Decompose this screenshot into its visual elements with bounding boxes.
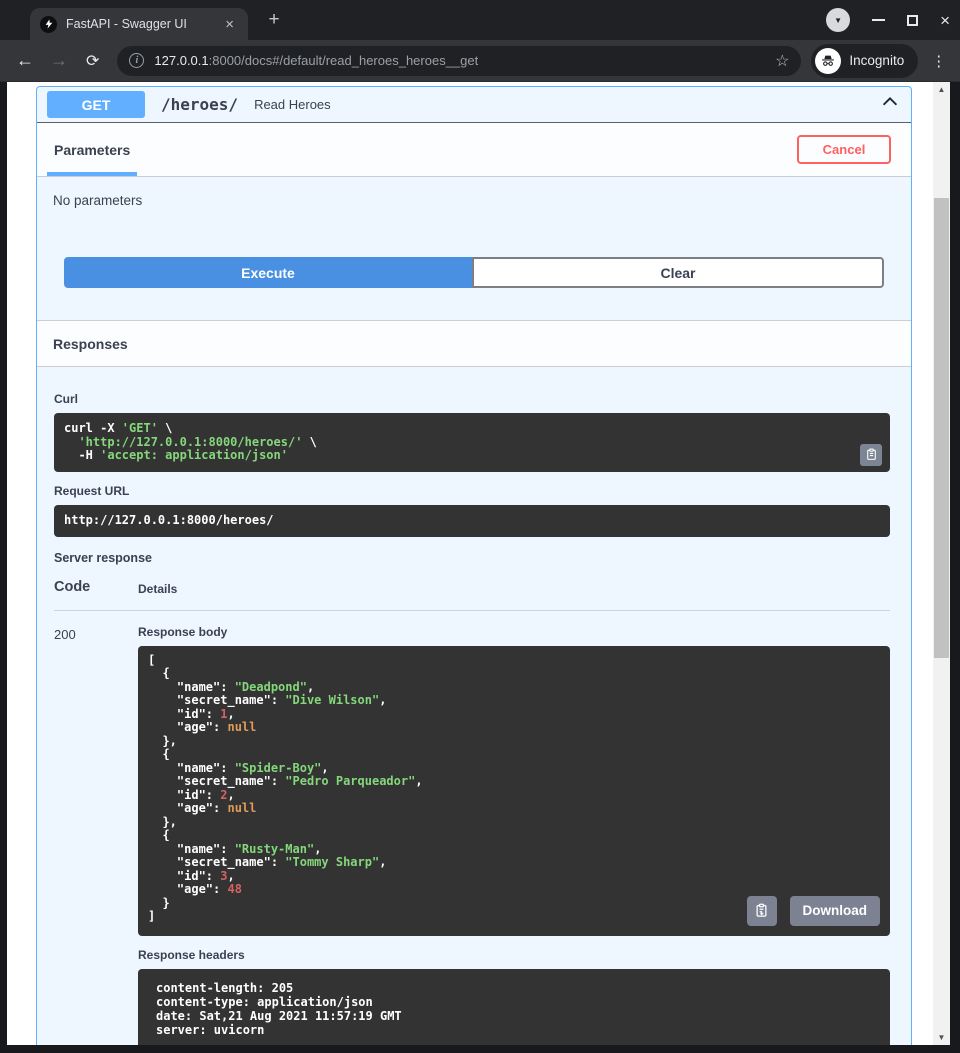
code-line: content-type: application/json xyxy=(156,995,880,1009)
response-body-json: [ { "name": "Deadpond", "secret_name": "… xyxy=(148,654,880,924)
browser-tab[interactable]: FastAPI - Swagger UI × xyxy=(30,8,248,40)
code-line: -H 'accept: application/json' xyxy=(64,449,880,463)
code-line: { xyxy=(148,748,880,762)
browser-window: FastAPI - Swagger UI × + ▼ × ← → ⟳ i 127… xyxy=(0,0,960,1053)
curl-command: curl -X 'GET' \ 'http://127.0.0.1:8000/h… xyxy=(64,422,880,463)
reload-icon[interactable]: ⟳ xyxy=(86,51,99,71)
scroll-up-icon[interactable]: ▲ xyxy=(933,85,950,94)
address-bar[interactable]: i 127.0.0.1:8000/docs#/default/read_hero… xyxy=(117,46,801,76)
response-table-header: Code Details xyxy=(54,575,890,610)
download-button[interactable]: Download xyxy=(790,896,881,926)
code-line: "id": 1, xyxy=(148,708,880,722)
response-body-actions: Download xyxy=(747,896,881,926)
incognito-badge: Incognito xyxy=(811,44,918,78)
execute-button[interactable]: Execute xyxy=(64,257,472,288)
code-line: "name": "Spider-Boy", xyxy=(148,762,880,776)
code-line: }, xyxy=(148,735,880,749)
curl-label: Curl xyxy=(54,392,890,406)
code-line: http://127.0.0.1:8000/heroes/ xyxy=(64,514,880,528)
url-text[interactable]: 127.0.0.1:8000/docs#/default/read_heroes… xyxy=(154,53,767,68)
tab-strip: FastAPI - Swagger UI × + ▼ × xyxy=(0,0,960,40)
url-host: 127.0.0.1 xyxy=(154,53,208,68)
endpoint-path: /heroes/ xyxy=(161,95,238,114)
collapse-chevron-icon[interactable] xyxy=(879,91,901,118)
url-path: :8000/docs#/default/read_heroes_heroes__… xyxy=(209,53,479,68)
forward-icon[interactable]: → xyxy=(50,50,68,71)
active-tab-underline xyxy=(47,172,137,176)
code-line: }, xyxy=(148,816,880,830)
code-column-header: Code xyxy=(54,579,138,596)
response-details: Response body [ { "name": "Deadpond", "s… xyxy=(138,625,890,1046)
minimize-button[interactable] xyxy=(872,19,885,21)
request-url-block: http://127.0.0.1:8000/heroes/ xyxy=(54,505,890,537)
code-line: "id": 2, xyxy=(148,789,880,803)
code-line: "name": "Deadpond", xyxy=(148,681,880,695)
response-headers: content-length: 205content-type: applica… xyxy=(156,981,880,1037)
code-line: 'http://127.0.0.1:8000/heroes/' \ xyxy=(64,436,880,450)
maximize-button[interactable] xyxy=(907,15,918,26)
code-line: curl -X 'GET' \ xyxy=(64,422,880,436)
method-badge: GET xyxy=(47,91,145,118)
response-row: 200 Response body [ { "name": "Deadpond"… xyxy=(54,611,890,1046)
operation-block: GET /heroes/ Read Heroes Parameters Canc… xyxy=(36,86,912,1045)
bookmark-star-icon[interactable]: ☆ xyxy=(775,51,789,71)
tab-close-icon[interactable]: × xyxy=(221,15,238,34)
responses-body: Curl curl -X 'GET' \ 'http://127.0.0.1:8… xyxy=(37,367,911,1045)
tab-title: FastAPI - Swagger UI xyxy=(66,17,221,31)
clear-button[interactable]: Clear xyxy=(472,257,884,288)
code-line: "id": 3, xyxy=(148,870,880,884)
page-info-icon[interactable]: i xyxy=(129,53,144,68)
response-body-label: Response body xyxy=(138,625,890,639)
code-line: "secret_name": "Dive Wilson", xyxy=(148,694,880,708)
window-close-button[interactable]: × xyxy=(940,12,950,29)
browser-toolbar: ← → ⟳ i 127.0.0.1:8000/docs#/default/rea… xyxy=(0,40,960,82)
responses-title: Responses xyxy=(53,336,128,352)
execute-row: Execute Clear xyxy=(64,257,884,288)
code-line: [ xyxy=(148,654,880,668)
tab-parameters[interactable]: Parameters xyxy=(47,123,137,176)
code-line: "age": null xyxy=(148,721,880,735)
scrollbar-thumb[interactable] xyxy=(934,198,949,658)
code-line: "age": null xyxy=(148,802,880,816)
code-line: "secret_name": "Pedro Parqueador", xyxy=(148,775,880,789)
curl-command-block: curl -X 'GET' \ 'http://127.0.0.1:8000/h… xyxy=(54,413,890,472)
cancel-button[interactable]: Cancel xyxy=(797,135,891,164)
code-line: server: uvicorn xyxy=(156,1023,880,1037)
request-url-label: Request URL xyxy=(54,484,890,498)
code-line: { xyxy=(148,667,880,681)
parameters-section-header: Parameters Cancel xyxy=(37,123,911,177)
parameters-tab-label: Parameters xyxy=(54,142,130,158)
parameters-body: No parameters Execute Clear xyxy=(37,177,911,288)
responses-section-header: Responses xyxy=(37,320,911,367)
incognito-icon xyxy=(815,48,841,74)
request-url: http://127.0.0.1:8000/heroes/ xyxy=(64,514,880,528)
operation-header[interactable]: GET /heroes/ Read Heroes xyxy=(37,87,911,123)
scroll-down-icon[interactable]: ▼ xyxy=(933,1033,950,1042)
copy-curl-button[interactable] xyxy=(860,444,882,466)
details-column-header: Details xyxy=(138,579,177,596)
response-body-block: [ { "name": "Deadpond", "secret_name": "… xyxy=(138,646,890,936)
page-scrollbar[interactable]: ▲ ▼ xyxy=(933,82,950,1045)
fastapi-favicon-icon xyxy=(40,16,57,33)
incognito-label: Incognito xyxy=(849,53,904,68)
no-parameters-text: No parameters xyxy=(53,193,895,208)
page-viewport: GET /heroes/ Read Heroes Parameters Canc… xyxy=(7,82,933,1045)
code-line: { xyxy=(148,829,880,843)
menu-icon[interactable]: ⋮ xyxy=(931,52,946,70)
code-line: "name": "Rusty-Man", xyxy=(148,843,880,857)
code-line: content-length: 205 xyxy=(156,981,880,995)
code-line: "age": 48 xyxy=(148,883,880,897)
endpoint-summary: Read Heroes xyxy=(254,97,879,112)
copy-response-button[interactable] xyxy=(747,896,777,926)
response-headers-block: content-length: 205content-type: applica… xyxy=(138,969,890,1046)
server-response-label: Server response xyxy=(54,551,890,565)
back-icon[interactable]: ← xyxy=(16,50,34,71)
new-tab-button[interactable]: + xyxy=(262,9,286,33)
code-line: "secret_name": "Tommy Sharp", xyxy=(148,856,880,870)
code-line: date: Sat,21 Aug 2021 11:57:19 GMT xyxy=(156,1009,880,1023)
status-code: 200 xyxy=(54,625,138,1046)
tab-search-icon[interactable]: ▼ xyxy=(826,8,850,32)
response-headers-label: Response headers xyxy=(138,948,890,962)
